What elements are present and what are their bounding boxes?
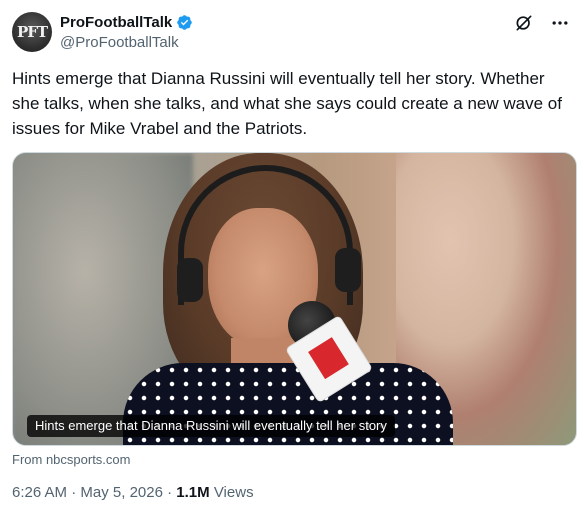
- tweet-time[interactable]: 6:26 AM: [12, 484, 67, 501]
- handle[interactable]: @ProFootballTalk: [60, 34, 179, 51]
- avatar-logo-text: PFT: [16, 23, 48, 41]
- grok-icon[interactable]: [513, 12, 535, 34]
- tweet-meta: 6:26 AM · May 5, 2026 · 1.1M Views: [12, 484, 254, 501]
- top-actions: [513, 12, 571, 34]
- display-name[interactable]: ProFootballTalk: [60, 14, 172, 31]
- tweet-date[interactable]: May 5, 2026: [80, 484, 163, 501]
- avatar[interactable]: PFT: [12, 12, 52, 52]
- headphone-earcup-left: [177, 258, 203, 302]
- views-count: 1.1M: [176, 484, 210, 501]
- meta-separator: ·: [167, 484, 173, 501]
- headphone-earcup-right: [335, 248, 361, 292]
- verified-badge-icon: [177, 15, 192, 30]
- name-row: ProFootballTalk: [60, 14, 193, 31]
- meta-separator: ·: [71, 484, 77, 501]
- media-caption: Hints emerge that Dianna Russini will ev…: [27, 415, 395, 437]
- more-icon[interactable]: [549, 12, 571, 34]
- tweet-header: PFT ProFootballTalk @ProFootballTalk: [12, 12, 571, 56]
- link-source[interactable]: From nbcsports.com: [12, 452, 130, 467]
- espn-e-logo: [308, 337, 349, 380]
- views-label: Views: [213, 484, 254, 501]
- media-card[interactable]: Hints emerge that Dianna Russini will ev…: [12, 152, 577, 446]
- tweet-text: Hints emerge that Dianna Russini will ev…: [12, 69, 562, 138]
